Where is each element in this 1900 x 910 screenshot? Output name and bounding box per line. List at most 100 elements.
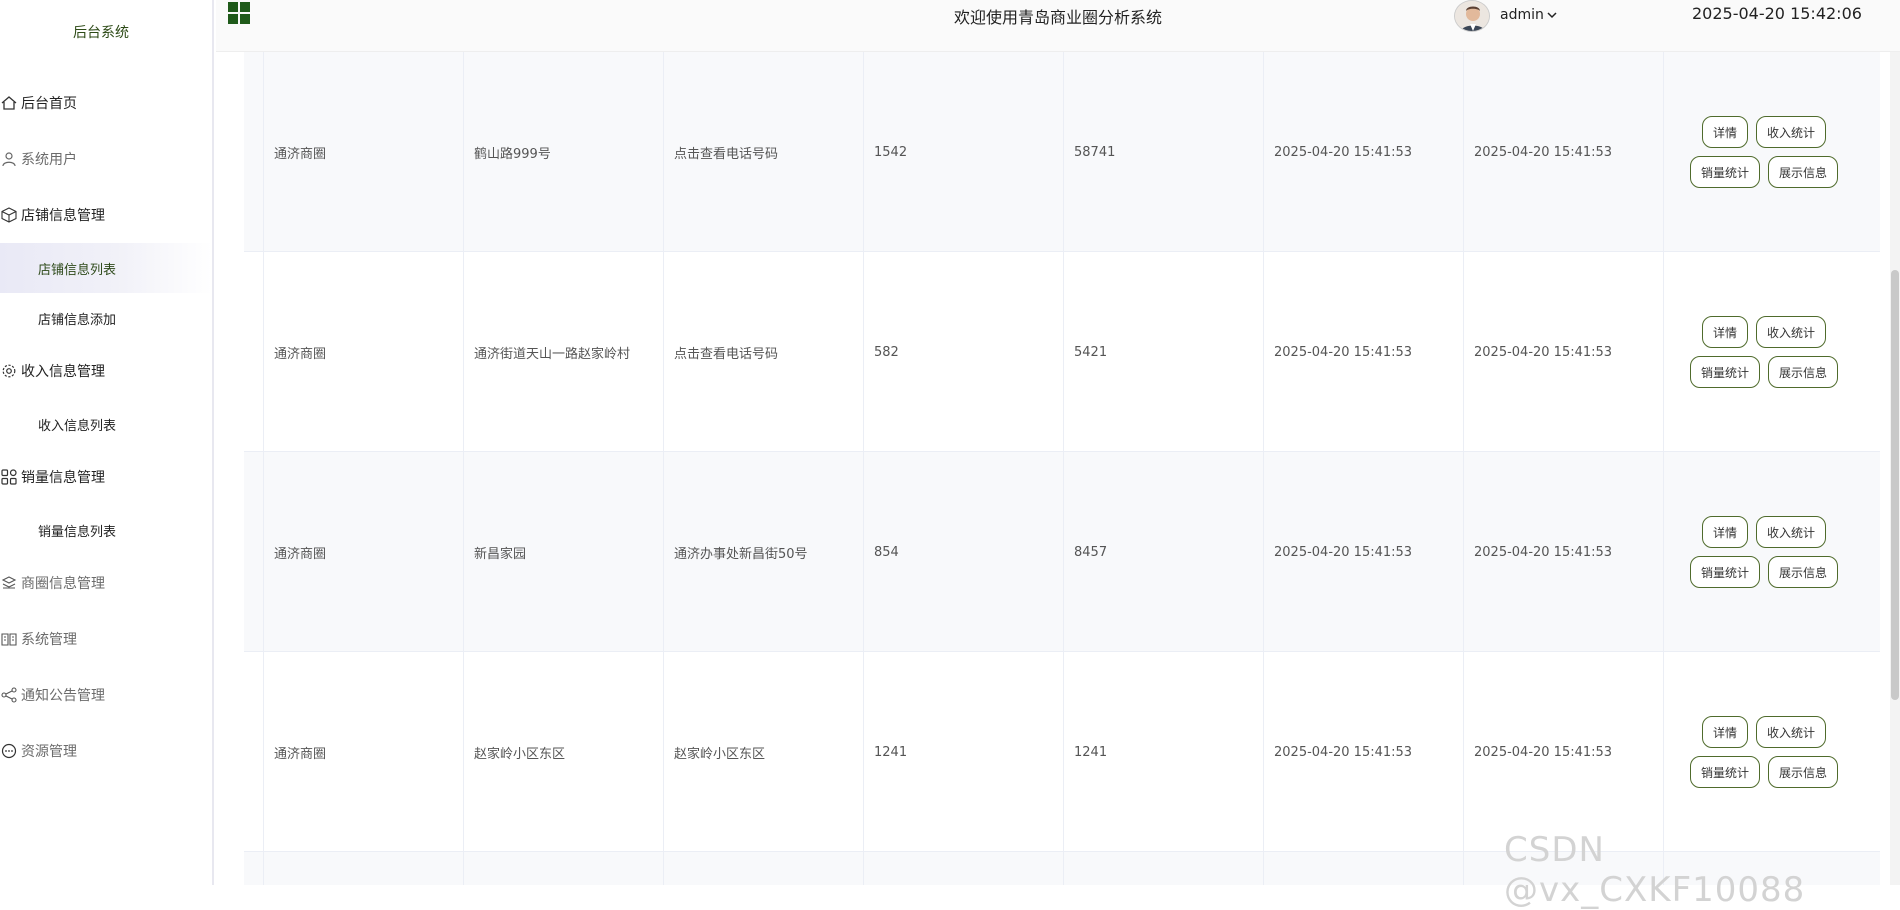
cell-address: 新昌家园 (464, 452, 664, 652)
vertical-scrollbar[interactable] (1890, 52, 1900, 885)
row-gutter (244, 652, 264, 852)
table-row: 通济商圈 赵家岭小区东区 赵家岭小区东区 1241 1241 2025-04-2… (244, 652, 1880, 852)
display-info-button[interactable]: 展示信息 (1768, 156, 1838, 188)
cell-value-b: 8457 (1064, 452, 1264, 652)
chat-bubble-icon (0, 742, 18, 760)
table-row: 通济商圈 鹤山路999号 点击查看电话号码 1542 58741 2025-04… (244, 52, 1880, 252)
sidebar-brand: 后台系统 (73, 25, 129, 41)
top-bar: 欢迎使用青岛商业圈分析系统 admin 2025-04-20 15:42:06 (216, 0, 1900, 52)
cell-value-b (1064, 852, 1264, 885)
row-gutter (244, 452, 264, 652)
sales-stats-button[interactable]: 销量统计 (1690, 756, 1760, 788)
grid-menu-icon[interactable] (228, 2, 250, 24)
detail-button[interactable]: 详情 (1702, 316, 1748, 348)
cell-updated: 2025-04-20 15:41:53 (1464, 652, 1664, 852)
username: admin (1500, 7, 1544, 23)
apps-icon (0, 468, 18, 486)
sales-stats-button[interactable]: 销量统计 (1690, 156, 1760, 188)
sales-stats-button[interactable]: 销量统计 (1690, 356, 1760, 388)
cell-actions: 详情 收入统计 销量统计 展示信息 (1664, 652, 1864, 852)
income-stats-button[interactable]: 收入统计 (1756, 716, 1826, 748)
income-stats-button[interactable]: 收入统计 (1756, 116, 1826, 148)
display-info-button[interactable]: 展示信息 (1768, 556, 1838, 588)
cell-actions: 详情 收入统计 销量统计 展示信息 (1664, 52, 1864, 252)
detail-button[interactable]: 详情 (1702, 716, 1748, 748)
sidebar-item-label: 商圈信息管理 (21, 576, 105, 592)
sidebar-item-system-users[interactable]: 系统用户 (0, 139, 212, 179)
sidebar-item-resource-management[interactable]: 资源管理 (0, 731, 212, 771)
user-menu[interactable]: admin (1500, 7, 1558, 23)
income-stats-button[interactable]: 收入统计 (1756, 516, 1826, 548)
sidebar-item-store-list[interactable]: 店铺信息列表 (0, 243, 212, 293)
sidebar-item-store-management[interactable]: 店铺信息管理 (0, 195, 212, 235)
cell-created: 2025-04-20 15:41:53 (1264, 252, 1464, 452)
sidebar-item-label: 店铺信息管理 (21, 208, 105, 224)
sidebar-item-label: 系统管理 (21, 632, 77, 648)
income-stats-button[interactable]: 收入统计 (1756, 316, 1826, 348)
cell-address: 通济街道天山一路赵家岭村 (464, 252, 664, 452)
sidebar-item-system-management[interactable]: 系统管理 (0, 619, 212, 659)
cell-created: 2025-04-20 15:41:53 (1264, 652, 1464, 852)
sidebar-item-home[interactable]: 后台首页 (0, 83, 212, 123)
sidebar-item-label: 后台首页 (21, 96, 77, 112)
cell-circle: 通济商圈 (264, 52, 464, 252)
sidebar-item-notice-management[interactable]: 通知公告管理 (0, 675, 212, 715)
cell-updated: 2025-04-20 15:41:53 (1464, 252, 1664, 452)
detail-button[interactable]: 详情 (1702, 516, 1748, 548)
table-row: 通济商圈 通济街道天山一路赵家岭村 点击查看电话号码 582 5421 2025… (244, 252, 1880, 452)
sidebar-item-label: 收入信息管理 (21, 364, 105, 380)
sidebar-item-sales-list[interactable]: 销量信息列表 (0, 505, 212, 555)
gear-icon (0, 362, 18, 380)
watermark: CSDN @vx_CXKF10088 (1504, 830, 1806, 910)
cell-actions: 详情 收入统计 销量统计 展示信息 (1664, 252, 1864, 452)
cell-updated: 2025-04-20 15:41:53 (1464, 52, 1664, 252)
avatar[interactable] (1454, 0, 1490, 32)
row-gutter (244, 852, 264, 885)
cell-value-b: 5421 (1064, 252, 1264, 452)
display-info-button[interactable]: 展示信息 (1768, 756, 1838, 788)
cell-phone[interactable]: 点击查看电话号码 (664, 52, 864, 252)
sidebar-item-label: 销量信息管理 (21, 470, 105, 486)
sidebar-item-label: 店铺信息列表 (38, 262, 117, 278)
sidebar-item-label: 通知公告管理 (21, 688, 105, 704)
cell-value-a: 1542 (864, 52, 1064, 252)
cell-address: 鹤山路999号 (464, 52, 664, 252)
sidebar-item-label: 店铺信息添加 (38, 312, 117, 328)
home-icon (0, 94, 18, 112)
cell-address (464, 852, 664, 885)
sidebar-item-income-management[interactable]: 收入信息管理 (0, 351, 212, 391)
sidebar-item-label: 收入信息列表 (38, 418, 117, 434)
cell-circle: 通济商圈 (264, 652, 464, 852)
sidebar-item-store-add[interactable]: 店铺信息添加 (0, 293, 212, 343)
cell-phone[interactable]: 点击查看电话号码 (664, 252, 864, 452)
chevron-down-icon (1547, 12, 1557, 19)
sidebar-item-business-circle[interactable]: 商圈信息管理 (0, 563, 212, 603)
sales-stats-button[interactable]: 销量统计 (1690, 556, 1760, 588)
user-icon (0, 150, 18, 168)
sidebar-item-label: 销量信息列表 (38, 524, 117, 540)
sidebar-item-income-list[interactable]: 收入信息列表 (0, 399, 212, 449)
layers-icon (0, 574, 18, 592)
cell-value-b: 58741 (1064, 52, 1264, 252)
main-content: 通济商圈 鹤山路999号 点击查看电话号码 1542 58741 2025-04… (216, 52, 1900, 885)
current-datetime: 2025-04-20 15:42:06 (1692, 4, 1862, 23)
book-icon (0, 630, 18, 648)
cell-created: 2025-04-20 15:41:53 (1264, 452, 1464, 652)
cell-value-a: 854 (864, 452, 1064, 652)
cell-value-a (864, 852, 1064, 885)
cell-phone: 赵家岭小区东区 (664, 652, 864, 852)
cell-actions: 详情 收入统计 销量统计 展示信息 (1664, 452, 1864, 652)
cell-created (1264, 852, 1464, 885)
sidebar-item-label: 资源管理 (21, 744, 77, 760)
cell-circle: 通济商圈 (264, 452, 464, 652)
sidebar-item-sales-management[interactable]: 销量信息管理 (0, 457, 212, 497)
share-icon (0, 686, 18, 704)
row-gutter (244, 252, 264, 452)
scrollbar-thumb[interactable] (1891, 270, 1899, 700)
cell-value-b: 1241 (1064, 652, 1264, 852)
detail-button[interactable]: 详情 (1702, 116, 1748, 148)
cell-circle (264, 852, 464, 885)
cell-address: 赵家岭小区东区 (464, 652, 664, 852)
cell-created: 2025-04-20 15:41:53 (1264, 52, 1464, 252)
display-info-button[interactable]: 展示信息 (1768, 356, 1838, 388)
